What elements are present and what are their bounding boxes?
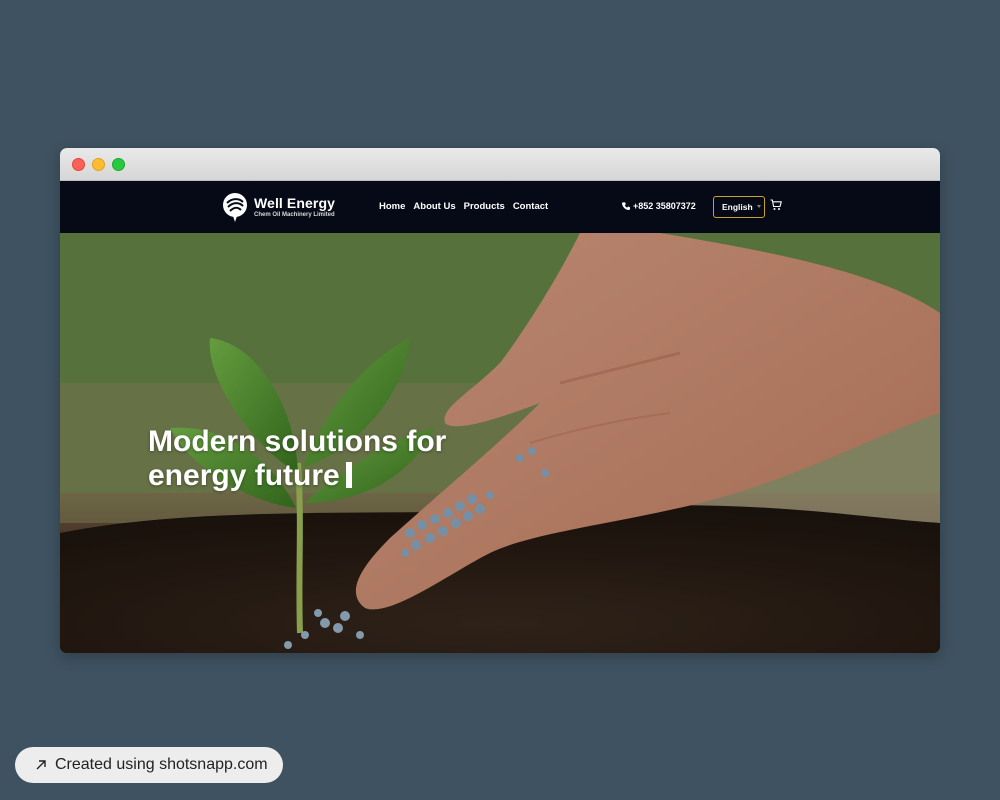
cart-icon[interactable] — [770, 199, 782, 211]
phone-number: +852 35807372 — [633, 201, 696, 211]
hero-headline-line1: Modern solutions for — [148, 425, 447, 458]
nav-item-products[interactable]: Products — [464, 201, 505, 212]
close-window-button[interactable] — [72, 158, 85, 171]
hero-headline: Modern solutions for energy future — [148, 425, 508, 493]
hero-banner: Modern solutions for energy future — [60, 233, 940, 653]
language-select[interactable]: English — [713, 196, 765, 218]
nav-item-contact[interactable]: Contact — [513, 201, 548, 212]
arrow-up-right-icon — [36, 760, 46, 770]
site-navbar: Well Energy Chem Oil Machinery Limited H… — [60, 181, 940, 233]
brand-tagline: Chem Oil Machinery Limited — [254, 212, 335, 218]
nav-item-home[interactable]: Home — [379, 201, 405, 212]
typing-cursor — [345, 462, 352, 488]
main-nav: Home About Us Products Contact — [379, 201, 556, 212]
brand-name: Well Energy — [254, 195, 335, 211]
window-titlebar — [60, 148, 940, 181]
leaf-logo-icon — [223, 193, 247, 222]
brand-logo[interactable]: Well Energy Chem Oil Machinery Limited — [222, 190, 335, 224]
phone-icon — [622, 202, 630, 210]
badge-text: Created using shotsnapp.com — [55, 756, 268, 773]
browser-window: Well Energy Chem Oil Machinery Limited H… — [60, 148, 940, 653]
minimize-window-button[interactable] — [92, 158, 105, 171]
hero-headline-line2: energy future — [148, 459, 340, 492]
maximize-window-button[interactable] — [112, 158, 125, 171]
created-with-badge[interactable]: Created using shotsnapp.com — [15, 747, 283, 783]
language-selected: English — [722, 202, 753, 212]
chevron-down-icon — [757, 205, 761, 208]
phone-contact[interactable]: +852 35807372 — [622, 201, 696, 211]
nav-item-about-us[interactable]: About Us — [413, 201, 455, 212]
